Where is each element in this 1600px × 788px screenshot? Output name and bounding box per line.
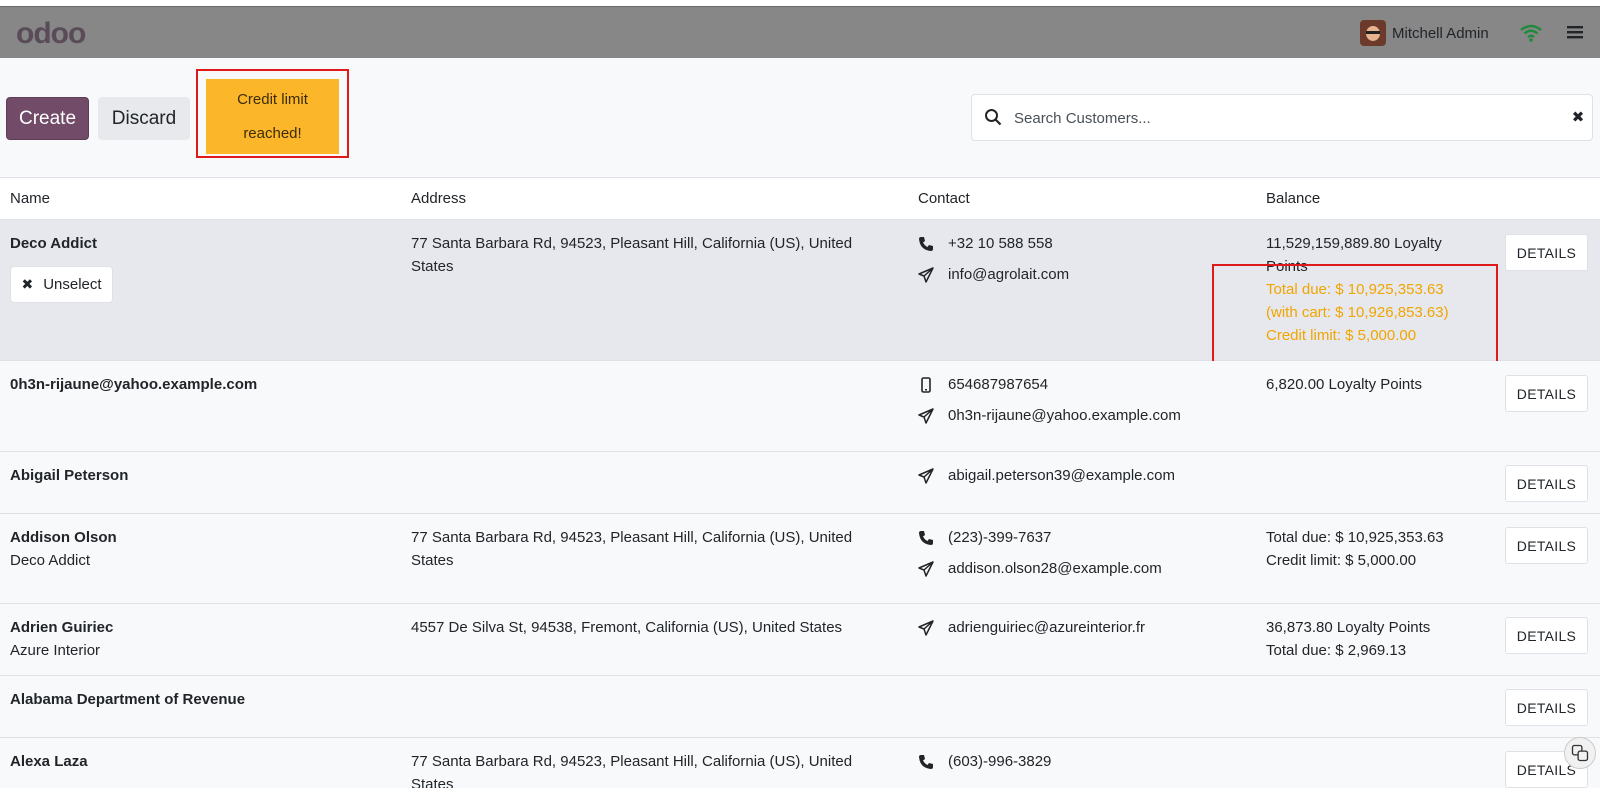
details-button[interactable]: DETAILS [1505,375,1588,412]
send-icon [918,266,934,283]
customer-name: Adrien Guiriec [10,619,114,636]
send-icon [918,619,934,636]
table-row[interactable]: Addison Olson Deco Addict 77 Santa Barba… [0,514,1600,604]
contact-phone: +32 10 588 558 [918,232,1053,255]
contact-phone: (223)-399-7637 [918,526,1051,549]
customer-name: Alexa Laza [10,753,88,770]
table-header: Name Address Contact Balance [0,178,1600,220]
loyalty-points: 36,873.80 Loyalty Points [1266,619,1431,636]
odoo-logo[interactable]: odoo [16,17,86,51]
column-header-contact: Contact [918,190,970,207]
close-icon[interactable]: ✖ [1570,108,1586,126]
user-menu[interactable]: Mitchell Admin [1360,19,1489,47]
customer-name-cell: Adrien Guiriec Azure Interior [10,616,113,662]
details-button[interactable]: DETAILS [1505,617,1588,654]
credit-limit-highlight: Credit limit reached! [196,69,349,158]
contact-email: 0h3n-rijaune@yahoo.example.com [918,404,1181,427]
customer-address: 4557 De Silva St, 94538, Fremont, Califo… [411,619,843,636]
customer-name: 0h3n-rijaune@yahoo.example.com [10,376,258,393]
details-button[interactable]: DETAILS [1505,234,1588,271]
details-button[interactable]: DETAILS [1505,465,1588,502]
contact-email: addison.olson28@example.com [918,557,1162,580]
table-row[interactable]: 0h3n-rijaune@yahoo.example.com 654687987… [0,361,1600,452]
top-navbar: odoo Mitchell Admin [0,6,1600,58]
table-row[interactable]: Adrien Guiriec Azure Interior 4557 De Si… [0,604,1600,676]
search-bar: ✖ [971,94,1593,141]
balance-warning-highlight [1212,264,1498,363]
customer-balance: Total due: $ 10,925,353.63 Credit limit:… [1266,526,1476,572]
total-due: Total due: $ 10,925,353.63 [1266,529,1444,546]
credit-limit-alert: Credit limit reached! [206,79,339,154]
contact-mobile: 654687987654 [918,373,1048,396]
translate-glyph [1571,744,1589,762]
create-button[interactable]: Create [6,97,89,140]
send-icon [918,467,934,484]
customer-address: 77 Santa Barbara Rd, 94523, Pleasant Hil… [411,753,853,788]
mobile-icon [921,376,931,393]
customer-company: Deco Addict [10,552,91,569]
customer-name: Deco Addict [10,235,97,252]
customer-balance: 36,873.80 Loyalty Points Total due: $ 2,… [1266,616,1476,662]
contact-email: abigail.peterson39@example.com [918,464,1175,487]
credit-limit: Credit limit: $ 5,000.00 [1266,552,1417,569]
contact-email: info@agrolait.com [918,263,1069,286]
unselect-label: Unselect [43,276,102,293]
customer-name: Alabama Department of Revenue [10,691,246,708]
customer-company: Azure Interior [10,642,101,659]
details-button[interactable]: DETAILS [1505,689,1588,726]
contact-phone: (603)-996-3829 [918,750,1051,773]
wifi-icon [1520,24,1542,42]
search-icon [985,109,1002,126]
table-row[interactable]: Alexa Laza 77 Santa Barbara Rd, 94523, P… [0,738,1600,788]
customer-name-cell: Addison Olson Deco Addict [10,526,117,572]
column-header-balance: Balance [1266,190,1321,207]
phone-icon [919,754,933,769]
table-row[interactable]: Alabama Department of Revenue DETAILS [0,676,1600,738]
contact-email: adrienguiriec@azureinterior.fr [918,616,1145,639]
customer-address: 77 Santa Barbara Rd, 94523, Pleasant Hil… [411,529,853,569]
send-icon [918,560,934,577]
column-header-name: Name [10,190,51,207]
hamburger-menu-icon[interactable] [1567,23,1583,41]
customer-address: 77 Santa Barbara Rd, 94523, Pleasant Hil… [411,235,853,275]
total-due: Total due: $ 2,969.13 [1266,642,1407,659]
user-name: Mitchell Admin [1392,24,1489,42]
table-row[interactable]: Abigail Peterson abigail.peterson39@exam… [0,452,1600,514]
table-row[interactable]: Deco Addict ✖ Unselect 77 Santa Barbara … [0,220,1600,363]
avatar [1360,20,1386,46]
customer-balance: 6,820.00 Loyalty Points [1266,376,1422,393]
customer-name: Addison Olson [10,529,117,546]
column-header-address: Address [411,190,467,207]
details-button[interactable]: DETAILS [1505,527,1588,564]
control-bar: Create Discard Credit limit reached! ✖ [0,58,1600,178]
translate-icon[interactable] [1564,737,1596,769]
phone-icon [919,236,933,251]
search-input[interactable] [1014,103,1534,133]
unselect-button[interactable]: ✖ Unselect [10,266,113,303]
discard-button[interactable]: Discard [98,97,190,140]
send-icon [918,407,934,424]
phone-icon [919,530,933,545]
close-icon: ✖ [21,276,34,292]
customer-name: Abigail Peterson [10,467,129,484]
